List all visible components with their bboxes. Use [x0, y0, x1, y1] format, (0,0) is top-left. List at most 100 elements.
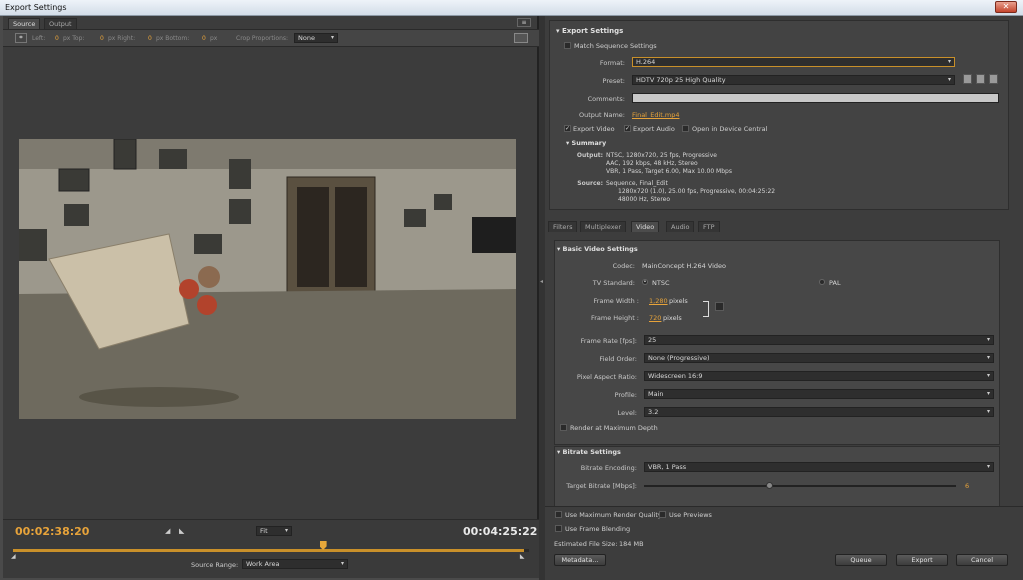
- tab-video[interactable]: Video: [631, 221, 660, 232]
- pixel-aspect-label: Pixel Aspect Ratio:: [576, 373, 637, 381]
- comments-field[interactable]: [632, 93, 999, 103]
- close-button[interactable]: ✕: [995, 1, 1017, 13]
- match-sequence-checkbox[interactable]: [564, 42, 571, 49]
- constrain-proportions-checkbox[interactable]: [715, 302, 724, 311]
- video-preview: [19, 139, 516, 419]
- open-device-central-checkbox[interactable]: [682, 125, 689, 132]
- frame-height-value[interactable]: 720: [649, 314, 661, 322]
- chevron-down-icon: ▾: [340, 560, 344, 567]
- set-in-point-icon[interactable]: ◢: [165, 527, 170, 535]
- export-video-label: Export Video: [573, 125, 615, 133]
- preset-label: Preset:: [602, 77, 625, 85]
- summary-output-line: AAC, 192 kbps, 48 kHz, Stereo: [606, 160, 698, 167]
- frame-height-unit: pixels: [663, 314, 682, 322]
- profile-dropdown[interactable]: Main ▾: [644, 389, 994, 399]
- format-dropdown[interactable]: H.264 ▾: [632, 57, 955, 67]
- scene-illustration: [19, 139, 516, 419]
- summary-output-label: Output:: [576, 152, 603, 159]
- max-render-quality-checkbox[interactable]: [555, 511, 562, 518]
- tab-multiplexer[interactable]: Multiplexer: [580, 221, 627, 232]
- work-area-bar[interactable]: [13, 549, 524, 552]
- pixel-aspect-dropdown[interactable]: Widescreen 16:9 ▾: [644, 371, 994, 381]
- basic-video-header: ▾ Basic Video Settings: [557, 245, 638, 253]
- tab-ftp[interactable]: FTP: [698, 221, 720, 232]
- bitrate-encoding-dropdown[interactable]: VBR, 1 Pass ▾: [644, 462, 994, 472]
- output-name-label: Output Name:: [578, 111, 625, 119]
- zoom-dropdown[interactable]: Fit ▾: [256, 526, 292, 536]
- frame-blending-label: Use Frame Blending: [565, 525, 631, 533]
- summary-header: ▾ Summary: [566, 139, 606, 147]
- source-panel: Source Output ≡ ⌗ Left: 0 px Top: 0 px R…: [3, 16, 539, 578]
- output-name-link[interactable]: Final_Edit.mp4: [632, 111, 679, 119]
- crop-bottom-label: px Bottom:: [156, 35, 190, 42]
- export-audio-label: Export Audio: [633, 125, 675, 133]
- in-point-marker[interactable]: ◢: [11, 553, 16, 560]
- timeline-track[interactable]: [13, 541, 529, 552]
- field-order-value: None (Progressive): [648, 354, 710, 362]
- chevron-down-icon: ▾: [986, 354, 990, 361]
- preview-toggle-icon[interactable]: [514, 33, 528, 43]
- slider-handle[interactable]: [765, 482, 773, 489]
- preset-dropdown[interactable]: HDTV 720p 25 High Quality ▾: [632, 75, 955, 85]
- chevron-down-icon: ▾: [986, 336, 990, 343]
- export-button[interactable]: Export: [896, 554, 948, 566]
- frame-rate-dropdown[interactable]: 25 ▾: [644, 335, 994, 345]
- crop-bottom-value[interactable]: 0: [202, 35, 206, 42]
- tab-output[interactable]: Output: [44, 18, 77, 29]
- summary-source-label: Source:: [577, 180, 603, 187]
- collapse-arrow-icon[interactable]: ◂: [540, 278, 543, 285]
- render-max-depth-checkbox[interactable]: [560, 424, 567, 431]
- panel-menu-icon[interactable]: ≡: [517, 18, 531, 27]
- crop-proportions-dropdown[interactable]: None ▾: [294, 33, 338, 43]
- frame-width-value[interactable]: 1,280: [649, 297, 668, 305]
- crop-top-label: px Top:: [63, 35, 85, 42]
- target-bitrate-value[interactable]: 6: [965, 482, 969, 490]
- codec-label: Codec:: [612, 262, 635, 270]
- chevron-down-icon: ▾: [284, 527, 288, 534]
- settings-panel: ▾ Export Settings Match Sequence Setting…: [545, 16, 1023, 580]
- level-dropdown[interactable]: 3.2 ▾: [644, 407, 994, 417]
- out-point-marker[interactable]: ◣: [520, 553, 525, 560]
- export-settings-title: Export Settings: [561, 27, 624, 35]
- import-preset-icon[interactable]: [976, 74, 985, 84]
- tab-source[interactable]: Source: [8, 18, 41, 29]
- crop-icon[interactable]: ⌗: [15, 33, 27, 43]
- basic-video-title: Basic Video Settings: [562, 245, 638, 253]
- frame-blending-checkbox[interactable]: [555, 525, 562, 532]
- level-label: Level:: [617, 409, 637, 417]
- save-preset-icon[interactable]: [963, 74, 972, 84]
- frame-rate-label: Frame Rate [fps]:: [580, 337, 637, 345]
- pal-label: PAL: [829, 279, 841, 287]
- tab-audio[interactable]: Audio: [666, 221, 695, 232]
- field-order-label: Field Order:: [599, 355, 637, 363]
- set-out-point-icon[interactable]: ◣: [179, 527, 184, 535]
- target-bitrate-slider[interactable]: [644, 482, 956, 489]
- tab-filters[interactable]: Filters: [548, 221, 578, 232]
- export-audio-checkbox[interactable]: ✓: [624, 125, 631, 132]
- comments-label: Comments:: [587, 95, 625, 103]
- delete-preset-icon[interactable]: [989, 74, 998, 84]
- export-video-checkbox[interactable]: ✓: [564, 125, 571, 132]
- cancel-button[interactable]: Cancel: [956, 554, 1008, 566]
- format-label: Format:: [599, 59, 625, 67]
- window-title: Export Settings: [5, 3, 67, 12]
- metadata-button[interactable]: Metadata...: [554, 554, 606, 566]
- pal-radio[interactable]: [819, 279, 825, 285]
- crop-right-value[interactable]: 0: [148, 35, 152, 42]
- ntsc-radio[interactable]: •: [642, 279, 648, 285]
- queue-button[interactable]: Queue: [835, 554, 887, 566]
- summary-source-line: 48000 Hz, Stereo: [618, 196, 671, 203]
- crop-left-value[interactable]: 0: [55, 35, 59, 42]
- pixel-aspect-value: Widescreen 16:9: [648, 372, 703, 380]
- codec-value: MainConcept H.264 Video: [642, 262, 726, 270]
- current-timecode[interactable]: 00:02:38:20: [15, 525, 89, 538]
- crop-top-value[interactable]: 0: [100, 35, 104, 42]
- profile-label: Profile:: [614, 391, 637, 399]
- use-previews-checkbox[interactable]: [659, 511, 666, 518]
- zoom-value: Fit: [260, 527, 268, 535]
- preset-value: HDTV 720p 25 High Quality: [636, 76, 726, 84]
- crop-proportions-value: None: [298, 34, 315, 42]
- crop-right-label: px Right:: [108, 35, 136, 42]
- source-range-dropdown[interactable]: Work Area ▾: [242, 559, 348, 569]
- field-order-dropdown[interactable]: None (Progressive) ▾: [644, 353, 994, 363]
